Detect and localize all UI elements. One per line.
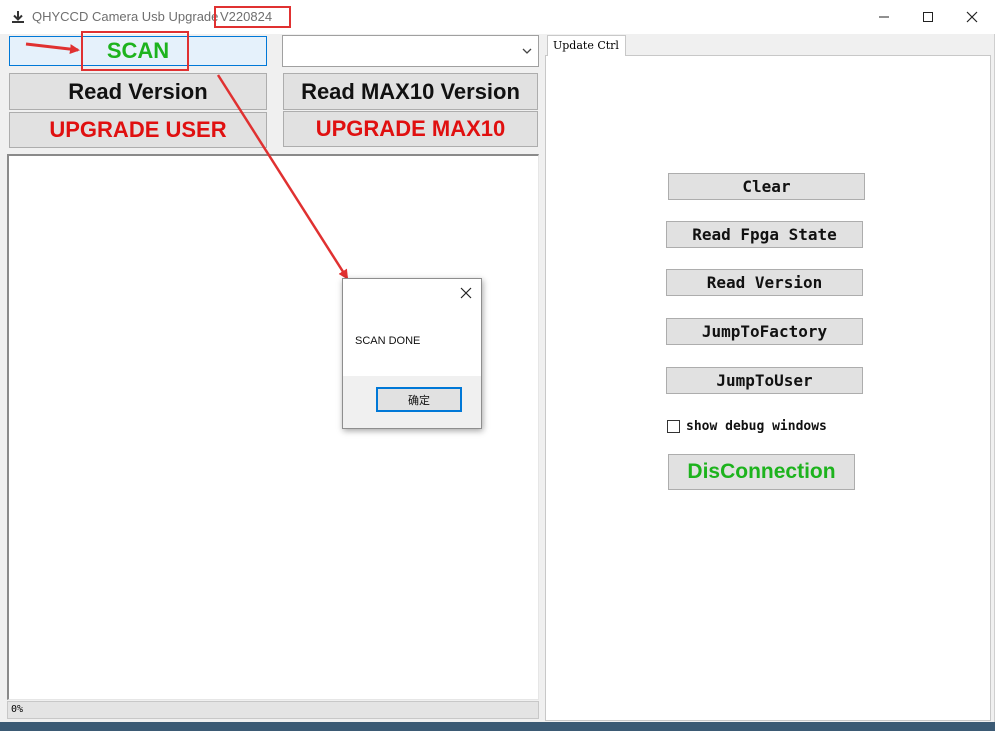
arrow-to-dialog xyxy=(216,74,349,280)
dialog-footer: 确定 xyxy=(343,376,481,428)
dialog-ok-button[interactable]: 确定 xyxy=(376,387,462,412)
dialog-close-icon[interactable] xyxy=(457,284,475,302)
dialog-ok-label: 确定 xyxy=(408,394,430,407)
dialog-message: SCAN DONE xyxy=(355,335,421,347)
annotation-arrows xyxy=(25,42,349,280)
arrow-to-scan xyxy=(25,42,80,55)
scan-done-dialog: SCAN DONE 确定 xyxy=(342,278,482,429)
app-window: QHYCCD Camera Usb Upgrade V220824 SCAN R… xyxy=(0,0,995,722)
